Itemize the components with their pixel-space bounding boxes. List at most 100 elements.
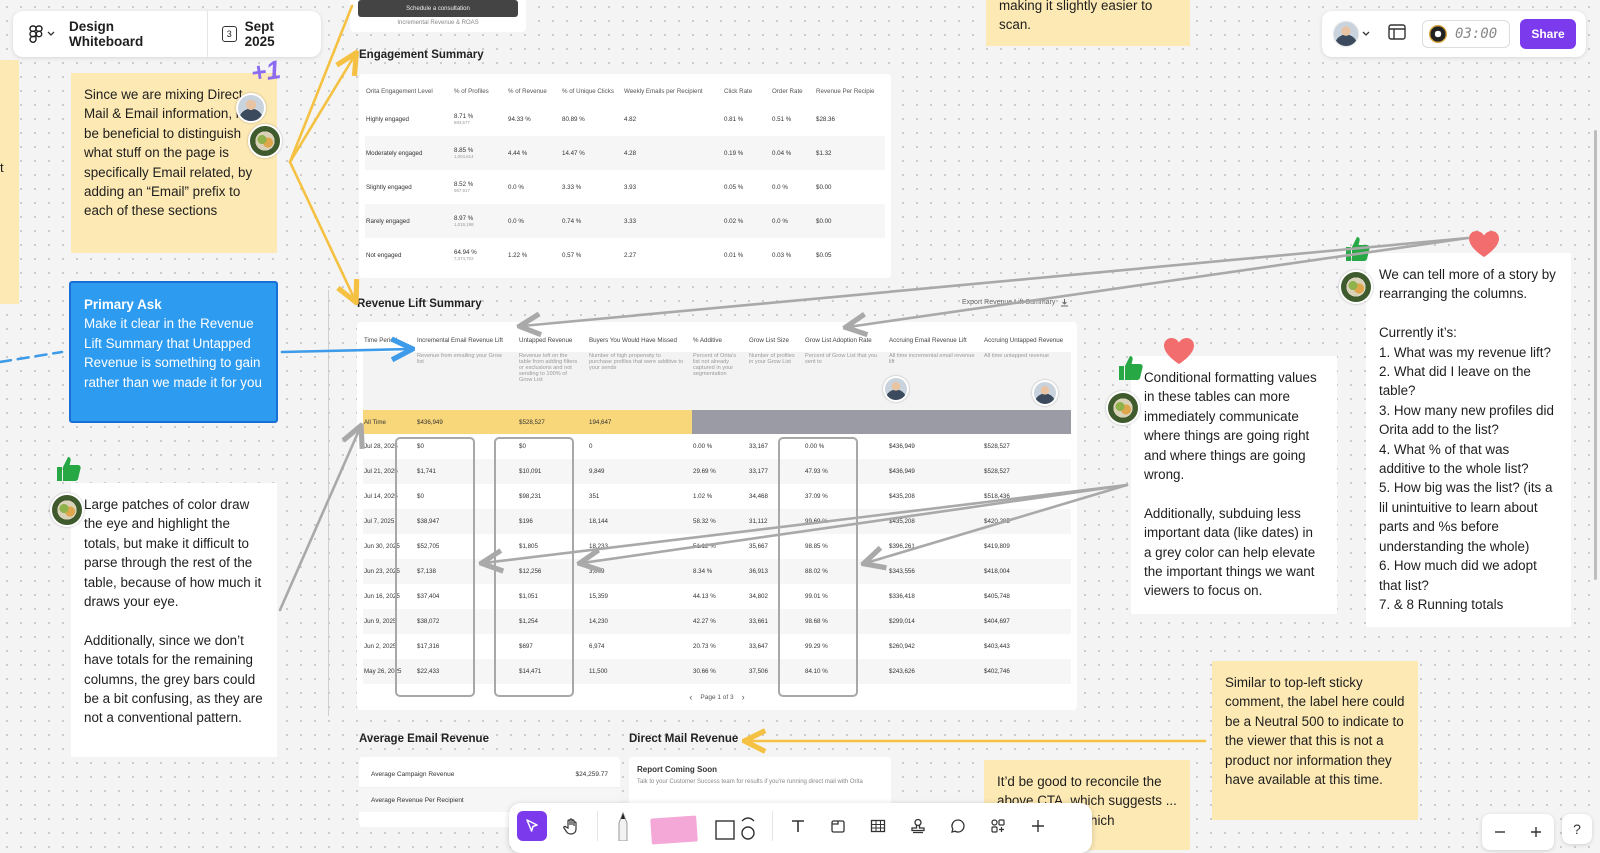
help-icon: ? (1573, 821, 1581, 837)
sticky-note-conditional-formatting[interactable]: Conditional formatting values in these t… (1131, 356, 1337, 614)
column-header: Click Rate (724, 87, 753, 95)
engagement-summary-table: Orita Engagement Level % of Profiles % o… (359, 74, 891, 278)
table-cell: 0.0 % (507, 170, 561, 204)
table-cell: $418,004 (984, 568, 1010, 575)
arrow-yellow (288, 55, 355, 164)
all-time-grey-bar (983, 410, 1071, 434)
file-name[interactable]: Design Whiteboard (65, 19, 207, 49)
comment-avatar[interactable] (50, 493, 84, 527)
file-header: Design Whiteboard 3 Sept 2025 (13, 11, 321, 57)
column-highlight-box (395, 437, 475, 697)
zoom-in-icon[interactable] (1530, 826, 1542, 838)
table-cell: 15,359 (589, 593, 608, 600)
sticky-note-color-patches[interactable]: Large patches of color draw the eye and … (71, 483, 277, 757)
direct-mail-revenue-title: Direct Mail Revenue (629, 733, 739, 745)
avg-row: Average Campaign Revenue $24,259.77 (359, 761, 620, 788)
text-icon (792, 820, 804, 832)
cell-value: 8.97 % (454, 215, 474, 222)
timer-widget[interactable]: 03:00 (1422, 20, 1510, 48)
cell-subvalue: 883,577 (454, 120, 470, 125)
widgets-tool-button[interactable] (983, 811, 1013, 841)
shape-tool-button[interactable] (710, 811, 762, 841)
cell-value: 0.05 % (724, 183, 744, 191)
zoom-out-icon[interactable] (1494, 826, 1506, 838)
page-selector[interactable]: 3 Sept 2025 (208, 19, 321, 49)
plus-one-reaction: +1 (248, 54, 283, 88)
column-description: Number of profiles in your Grow List (749, 353, 795, 365)
comment-avatar[interactable] (236, 93, 266, 123)
table-cell: 6,974 (589, 643, 605, 650)
column-description: Percent of Orita's list not already capt… (693, 353, 737, 377)
cell-value: 0.0 % (772, 183, 788, 191)
sticky-story-text: We can tell more of a story by rearrangi… (1379, 267, 1556, 612)
marker-tool-button[interactable] (608, 811, 638, 841)
table-cell: 0 (589, 443, 593, 450)
table-cell: 0.0 % (771, 204, 815, 238)
comment-avatar[interactable] (883, 376, 909, 402)
column-description: Number of high propensity to purchase pr… (589, 353, 684, 371)
sticky-note-story[interactable]: We can tell more of a story by rearrangi… (1366, 253, 1571, 627)
comment-avatar[interactable] (1106, 391, 1140, 425)
table-cell: 1.22 % (507, 238, 561, 272)
cell-value: 3.33 (624, 217, 637, 225)
table-cell: 18,144 (589, 518, 608, 525)
cell-value: 4.28 (624, 149, 637, 157)
hand-tool-button[interactable] (557, 811, 587, 841)
prev-page-button[interactable]: ‹ (689, 692, 692, 702)
sticky-patches-text: Large patches of color draw the eye and … (84, 497, 263, 726)
section-tool-button[interactable] (823, 811, 853, 841)
cell-value: 3.33 % (562, 183, 582, 191)
cell-value: 4.44 % (508, 149, 528, 157)
cell-value: $0.00 (816, 183, 832, 191)
primary-ask-body: Make it clear in the Revenue Lift Summar… (84, 316, 262, 390)
cta-card-fragment: Schedule a consultation Incremental Reve… (350, 0, 526, 32)
sticky-note-primary-ask[interactable]: Primary Ask Make it clear in the Revenue… (69, 281, 278, 423)
cell-value: Moderately engaged (366, 149, 423, 157)
cell-value: 0.57 % (562, 251, 582, 259)
plus-icon (1032, 820, 1044, 832)
share-button[interactable]: Share (1520, 19, 1576, 49)
table-cell: $0.00 (815, 204, 885, 238)
sticky-note-tool-button[interactable] (648, 811, 700, 845)
table-cell: 30.66 % (693, 668, 716, 675)
cell-value: 2.27 (624, 251, 637, 259)
vertical-scrollbar[interactable] (1594, 130, 1597, 580)
table-cell: 8.52 % 967,917 (453, 170, 507, 204)
cell-value: Highly engaged (366, 115, 410, 123)
schedule-consultation-button[interactable]: Schedule a consultation (358, 0, 518, 17)
comment-avatar[interactable] (1032, 380, 1058, 406)
sticky-note-similar[interactable]: Similar to top-left sticky comment, the … (1212, 661, 1418, 820)
user-menu-button[interactable] (1322, 22, 1370, 46)
table-cell: 94.33 % (507, 102, 561, 136)
stamp-tool-button[interactable] (903, 811, 933, 841)
text-tool-button[interactable] (783, 811, 813, 841)
left-edge-sticky[interactable] (0, 60, 19, 304)
table-cell: $0.05 (815, 238, 885, 272)
table-cell: 0.0 % (507, 204, 561, 238)
heart-icon (1469, 231, 1499, 257)
table-cell: 0.57 % (561, 238, 623, 272)
layout-toggle-button[interactable] (1388, 23, 1406, 45)
column-header: % Additive (693, 336, 722, 344)
table-cell: $260,942 (889, 643, 915, 650)
table-cell: $435,208 (889, 518, 915, 525)
export-revenue-lift-button[interactable]: Export Revenue Lift Summary (962, 298, 1069, 307)
table-cell: 0.02 % (723, 204, 771, 238)
cell-value: $0.00 (816, 217, 832, 225)
sticky-note-scan[interactable]: making it slightly easier to scan. (986, 0, 1190, 46)
comment-tool-button[interactable] (943, 811, 973, 841)
table-cell: Moderately engaged (365, 136, 453, 170)
main-menu-button[interactable] (13, 25, 65, 43)
more-tools-button[interactable] (1023, 811, 1053, 841)
table-cell: 1.02 % (693, 493, 713, 500)
column-header: Buyers You Would Have Missed (589, 336, 677, 344)
cell-value: 0.0 % (508, 217, 524, 225)
table-tool-button[interactable] (863, 811, 893, 841)
next-page-button[interactable]: › (742, 692, 745, 702)
figma-logo-icon (29, 25, 43, 43)
timer-music-icon (1429, 25, 1447, 43)
comment-avatar[interactable] (1339, 270, 1373, 304)
comment-avatar[interactable] (248, 124, 282, 158)
help-button[interactable]: ? (1562, 814, 1592, 844)
select-tool-button[interactable] (517, 811, 547, 841)
